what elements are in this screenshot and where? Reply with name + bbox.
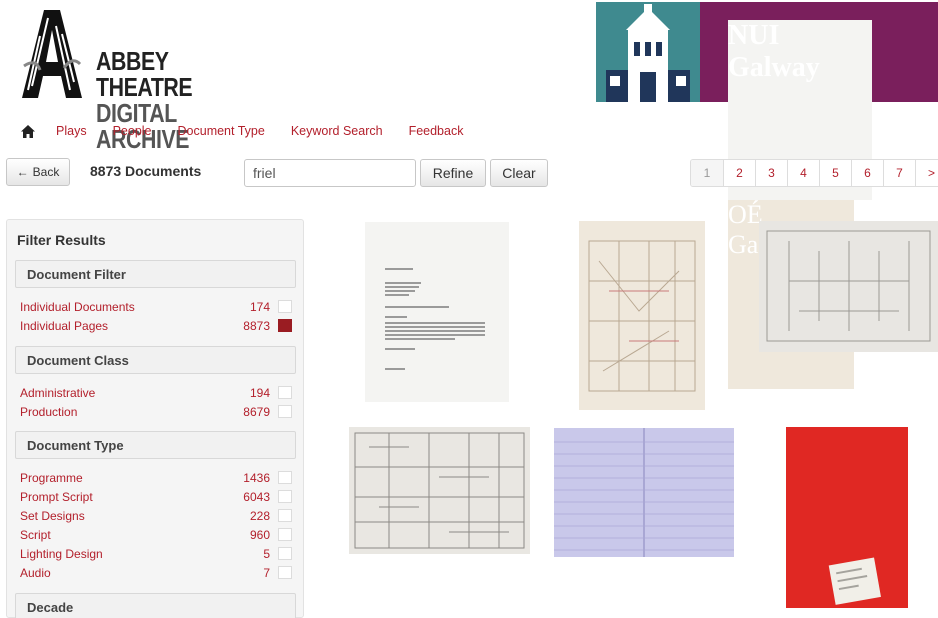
filter-label: Production xyxy=(20,405,78,419)
document-type-header[interactable]: Document Type xyxy=(15,431,296,459)
filter-label: Administrative xyxy=(20,386,96,400)
pagination: 1 2 3 4 5 6 7 > xyxy=(690,159,938,187)
set-drawing-image xyxy=(759,221,938,352)
filter-audio[interactable]: Audio 7 xyxy=(20,564,292,582)
page-1[interactable]: 1 xyxy=(691,160,723,186)
stage-plan-drawing-image xyxy=(579,221,705,410)
filter-individual-documents[interactable]: Individual Documents 174 xyxy=(20,298,292,316)
results-toolbar: ← Back 8873 Documents Refine Clear 1 2 3… xyxy=(6,158,938,190)
filter-checkbox[interactable] xyxy=(278,490,292,503)
document-thumbnail-lighting-plan[interactable] xyxy=(349,427,530,554)
filter-checkbox[interactable] xyxy=(278,405,292,418)
filter-checkbox[interactable] xyxy=(278,528,292,541)
filter-checkbox[interactable] xyxy=(278,471,292,484)
filter-checkbox[interactable] xyxy=(278,566,292,579)
page-4[interactable]: 4 xyxy=(787,160,819,186)
document-class-header[interactable]: Document Class xyxy=(15,346,296,374)
filter-checkbox[interactable] xyxy=(278,300,292,313)
filter-label: Individual Pages xyxy=(20,319,109,333)
document-count: 8873 Documents xyxy=(90,163,202,179)
document-thumbnail-notebook[interactable] xyxy=(554,428,734,557)
ruled-notebook-image xyxy=(554,428,734,557)
page-5[interactable]: 5 xyxy=(819,160,851,186)
filter-results-title: Filter Results xyxy=(17,232,106,248)
search-input[interactable] xyxy=(244,159,416,187)
filter-count: 228 xyxy=(249,509,270,523)
page-2[interactable]: 2 xyxy=(723,160,755,186)
nav-people[interactable]: People xyxy=(113,124,152,138)
document-thumbnail-set-drawing[interactable] xyxy=(759,221,938,352)
filter-prompt-script[interactable]: Prompt Script 6043 xyxy=(20,488,292,506)
filter-programme[interactable]: Programme 1436 xyxy=(20,469,292,487)
document-thumbnail-letter[interactable] xyxy=(365,222,509,402)
filter-count: 8679 xyxy=(243,405,270,419)
filter-count: 960 xyxy=(249,528,270,542)
quadrangle-tower-icon xyxy=(596,2,700,102)
filter-sidebar: Filter Results Document Filter Individua… xyxy=(6,219,304,618)
document-filter-header[interactable]: Document Filter xyxy=(15,260,296,288)
nui-tower-emblem xyxy=(596,2,700,102)
red-folder-image xyxy=(786,427,908,608)
filter-individual-pages[interactable]: Individual Pages 8873 xyxy=(20,317,292,335)
filter-production[interactable]: Production 8679 xyxy=(20,403,292,421)
page-3[interactable]: 3 xyxy=(755,160,787,186)
abbey-logo-line1: ABBEY THEATRE xyxy=(96,46,193,102)
home-icon[interactable] xyxy=(20,123,36,139)
main-nav: Plays People Document Type Keyword Searc… xyxy=(20,121,489,141)
back-button[interactable]: ← Back xyxy=(6,158,70,186)
filter-checkbox[interactable] xyxy=(278,547,292,560)
filter-label: Script xyxy=(20,528,51,542)
filter-count: 8873 xyxy=(243,319,270,333)
filter-checkbox[interactable] xyxy=(278,386,292,399)
filter-script[interactable]: Script 960 xyxy=(20,526,292,544)
filter-count: 7 xyxy=(263,566,270,580)
abbey-theatre-a-mark-icon xyxy=(22,10,82,98)
filter-label: Programme xyxy=(20,471,83,485)
filter-label: Lighting Design xyxy=(20,547,103,561)
page-6[interactable]: 6 xyxy=(851,160,883,186)
typed-letter-image xyxy=(365,222,509,402)
filter-label: Set Designs xyxy=(20,509,85,523)
filter-administrative[interactable]: Administrative 194 xyxy=(20,384,292,402)
nav-keyword-search[interactable]: Keyword Search xyxy=(291,124,383,138)
filter-count: 194 xyxy=(249,386,270,400)
nav-document-type[interactable]: Document Type xyxy=(178,124,265,138)
filter-count: 1436 xyxy=(243,471,270,485)
abbey-theatre-logo[interactable]: ABBEY THEATRE DIGITAL ARCHIVE xyxy=(20,6,280,152)
document-thumbnail-stage-plan[interactable] xyxy=(579,221,705,410)
filter-count: 5 xyxy=(263,547,270,561)
arrow-left-icon: ← xyxy=(16,165,29,179)
nui-galway-logo[interactable]: NUI Galway OÉ Gaillimh xyxy=(596,2,938,389)
filter-lighting-design[interactable]: Lighting Design 5 xyxy=(20,545,292,563)
lighting-plan-drawing-image xyxy=(349,427,530,554)
filter-label: Prompt Script xyxy=(20,490,93,504)
back-button-label: Back xyxy=(32,165,60,179)
filter-checkbox[interactable] xyxy=(278,509,292,522)
nav-feedback[interactable]: Feedback xyxy=(409,124,464,138)
filter-count: 174 xyxy=(249,300,270,314)
refine-button[interactable]: Refine xyxy=(420,159,486,187)
filter-set-designs[interactable]: Set Designs 228 xyxy=(20,507,292,525)
decade-header[interactable]: Decade xyxy=(15,593,296,618)
nav-plays[interactable]: Plays xyxy=(56,124,87,138)
filter-count: 6043 xyxy=(243,490,270,504)
page-next[interactable]: > xyxy=(915,160,938,186)
filter-checkbox-checked[interactable] xyxy=(278,319,292,332)
clear-button[interactable]: Clear xyxy=(490,159,548,187)
filter-label: Audio xyxy=(20,566,51,580)
document-thumbnail-red-folder[interactable] xyxy=(786,427,908,608)
page-7[interactable]: 7 xyxy=(883,160,915,186)
filter-label: Individual Documents xyxy=(20,300,135,314)
nui-logo-text: NUI Galway OÉ Gaillimh xyxy=(700,2,938,389)
